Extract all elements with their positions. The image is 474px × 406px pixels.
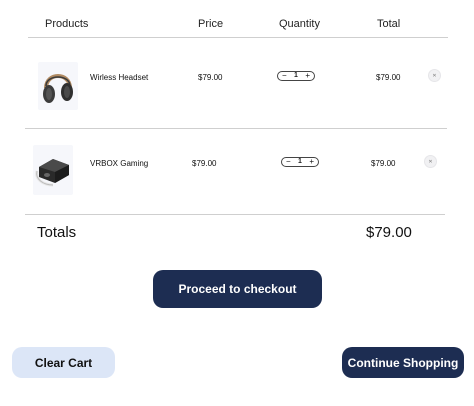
product-total: $79.00 [376, 73, 401, 82]
product-price: $79.00 [198, 73, 223, 82]
product-image-vr [33, 145, 73, 195]
quantity-value: 1 [298, 158, 302, 165]
header-total: Total [377, 18, 401, 30]
quantity-value: 1 [294, 72, 298, 79]
row-divider [25, 128, 447, 129]
product-total: $79.00 [371, 159, 396, 168]
remove-item-button[interactable]: ✕ [424, 155, 437, 168]
headset-icon [43, 74, 73, 103]
continue-shopping-button[interactable]: Continue Shopping [342, 347, 464, 378]
decrement-button[interactable]: − [286, 158, 291, 166]
increment-button[interactable]: + [305, 72, 310, 80]
product-name: Wirless Headset [90, 73, 149, 82]
header-price: Price [198, 18, 224, 30]
header-divider [28, 37, 448, 38]
totals-value: $79.00 [366, 224, 412, 241]
header-quantity: Quantity [279, 18, 320, 30]
product-name: VRBOX Gaming [90, 159, 149, 168]
header-products: Products [45, 18, 89, 30]
proceed-to-checkout-button[interactable]: Proceed to checkout [153, 270, 322, 308]
remove-item-button[interactable]: ✕ [428, 69, 441, 82]
clear-cart-button[interactable]: Clear Cart [12, 347, 115, 378]
decrement-button[interactable]: − [282, 72, 287, 80]
totals-label: Totals [37, 224, 77, 241]
close-icon: ✕ [428, 158, 433, 165]
vr-headset-icon [35, 159, 69, 187]
close-icon: ✕ [432, 72, 437, 79]
quantity-stepper[interactable]: − 1 + [277, 71, 315, 81]
product-image-headset [38, 62, 78, 110]
totals-divider [25, 214, 445, 215]
product-price: $79.00 [192, 159, 217, 168]
quantity-stepper[interactable]: − 1 + [281, 157, 319, 167]
increment-button[interactable]: + [309, 158, 314, 166]
